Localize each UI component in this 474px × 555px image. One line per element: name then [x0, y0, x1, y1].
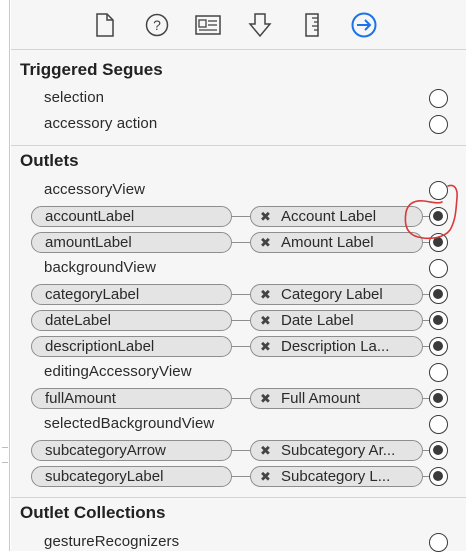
connection-circle[interactable]	[429, 363, 448, 382]
help-icon[interactable]: ?	[144, 12, 170, 38]
outlet-target-pill[interactable]: ✖ Amount Label	[250, 232, 423, 253]
svg-text:?: ?	[153, 17, 161, 33]
connection-line	[232, 320, 250, 321]
connection-circle-filled[interactable]	[429, 233, 448, 252]
connections-inspector: ? Triggered Segues selection accessory a…	[11, 0, 466, 552]
edge-tick	[2, 447, 8, 448]
connection-circle-filled[interactable]	[429, 389, 448, 408]
outlet-target-label: Date Label	[281, 312, 354, 329]
outlets-header: Outlets	[11, 145, 466, 175]
outlet-target-pill[interactable]: ✖ Date Label	[250, 310, 423, 331]
disconnect-icon[interactable]: ✖	[260, 441, 271, 460]
outlet-collections-header: Outlet Collections	[11, 497, 466, 527]
size-inspector-icon[interactable]	[299, 12, 325, 38]
inspector-toolbar: ?	[11, 0, 466, 50]
outlet-label: selectedBackgroundView	[44, 415, 215, 432]
connections-inspector-icon[interactable]	[351, 12, 377, 38]
outlet-row-category-label: categoryLabel ✖ Category Label	[11, 281, 466, 307]
outlet-row-subcategory-arrow: subcategoryArrow ✖ Subcategory Ar...	[11, 437, 466, 463]
outlet-pill[interactable]: amountLabel	[31, 232, 232, 253]
outlet-pill[interactable]: fullAmount	[31, 388, 232, 409]
edge-tick	[2, 462, 8, 463]
connection-circle[interactable]	[429, 415, 448, 434]
outlet-pill[interactable]: accountLabel	[31, 206, 232, 227]
left-pane-edge	[0, 0, 10, 551]
connection-circle[interactable]	[429, 181, 448, 200]
disconnect-icon[interactable]: ✖	[260, 285, 271, 304]
outlet-row-description-label: descriptionLabel ✖ Description La...	[11, 333, 466, 359]
outlet-collection-label: gestureRecognizers	[44, 533, 180, 550]
connection-line	[232, 294, 250, 295]
disconnect-icon[interactable]: ✖	[260, 337, 271, 356]
outlet-row-background-view: backgroundView	[11, 255, 466, 281]
connection-line	[232, 476, 250, 477]
segue-label: selection	[44, 89, 105, 106]
outlet-row-subcategory-label: subcategoryLabel ✖ Subcategory L...	[11, 463, 466, 489]
connection-circle[interactable]	[429, 115, 448, 134]
outlet-pill[interactable]: subcategoryArrow	[31, 440, 232, 461]
outlet-target-label: Subcategory Ar...	[281, 442, 396, 459]
connection-circle-filled[interactable]	[429, 285, 448, 304]
outlet-row-account-label: accountLabel ✖ Account Label	[11, 203, 466, 229]
outlet-target-pill[interactable]: ✖ Category Label	[250, 284, 423, 305]
disconnect-icon[interactable]: ✖	[260, 233, 271, 252]
outlet-target-label: Category Label	[281, 286, 383, 303]
connection-circle[interactable]	[429, 89, 448, 108]
file-inspector-icon[interactable]	[92, 12, 118, 38]
outlet-pill[interactable]: subcategoryLabel	[31, 466, 232, 487]
outlet-row-full-amount: fullAmount ✖ Full Amount	[11, 385, 466, 411]
disconnect-icon[interactable]: ✖	[260, 389, 271, 408]
disconnect-icon[interactable]: ✖	[260, 207, 271, 226]
outlet-row-editing-accessory-view: editingAccessoryView	[11, 359, 466, 385]
connection-line	[232, 242, 250, 243]
triggered-segues-header: Triggered Segues	[11, 55, 466, 85]
connection-circle-filled[interactable]	[429, 311, 448, 330]
outlet-target-pill[interactable]: ✖ Full Amount	[250, 388, 423, 409]
segue-row: accessory action	[11, 111, 466, 137]
outlet-row-date-label: dateLabel ✖ Date Label	[11, 307, 466, 333]
disconnect-icon[interactable]: ✖	[260, 311, 271, 330]
attributes-inspector-icon[interactable]	[247, 12, 273, 38]
outlet-label: backgroundView	[44, 259, 157, 276]
outlet-target-pill[interactable]: ✖ Subcategory Ar...	[250, 440, 423, 461]
outlet-pill[interactable]: categoryLabel	[31, 284, 232, 305]
outlet-target-label: Subcategory L...	[281, 468, 391, 485]
outlet-row-selected-background-view: selectedBackgroundView	[11, 411, 466, 437]
segue-row: selection	[11, 85, 466, 111]
segue-label: accessory action	[44, 115, 158, 132]
outlet-target-label: Account Label	[281, 208, 377, 225]
outlet-pill[interactable]: descriptionLabel	[31, 336, 232, 357]
connection-line	[232, 450, 250, 451]
outlet-label: editingAccessoryView	[44, 363, 192, 380]
disconnect-icon[interactable]: ✖	[260, 467, 271, 486]
outlet-collection-row: gestureRecognizers	[11, 529, 466, 555]
outlet-target-pill[interactable]: ✖ Subcategory L...	[250, 466, 423, 487]
outlet-row-accessory-view: accessoryView	[11, 177, 466, 203]
outlet-target-label: Amount Label	[281, 234, 374, 251]
connection-circle-filled[interactable]	[429, 207, 448, 226]
connection-circle-filled[interactable]	[429, 337, 448, 356]
outlet-target-label: Description La...	[281, 338, 390, 355]
connection-circle-filled[interactable]	[429, 441, 448, 460]
outlet-target-label: Full Amount	[281, 390, 361, 407]
connection-circle[interactable]	[429, 533, 448, 552]
connection-line	[232, 216, 250, 217]
outlet-pill[interactable]: dateLabel	[31, 310, 232, 331]
connection-circle-filled[interactable]	[429, 467, 448, 486]
connection-line	[232, 346, 250, 347]
outlet-target-pill[interactable]: ✖ Account Label	[250, 206, 423, 227]
connection-line	[232, 398, 250, 399]
outlet-target-pill[interactable]: ✖ Description La...	[250, 336, 423, 357]
outlet-row-amount-label: amountLabel ✖ Amount Label	[11, 229, 466, 255]
outlet-label: accessoryView	[44, 181, 146, 198]
identity-inspector-icon[interactable]	[195, 12, 221, 38]
connection-circle[interactable]	[429, 259, 448, 278]
